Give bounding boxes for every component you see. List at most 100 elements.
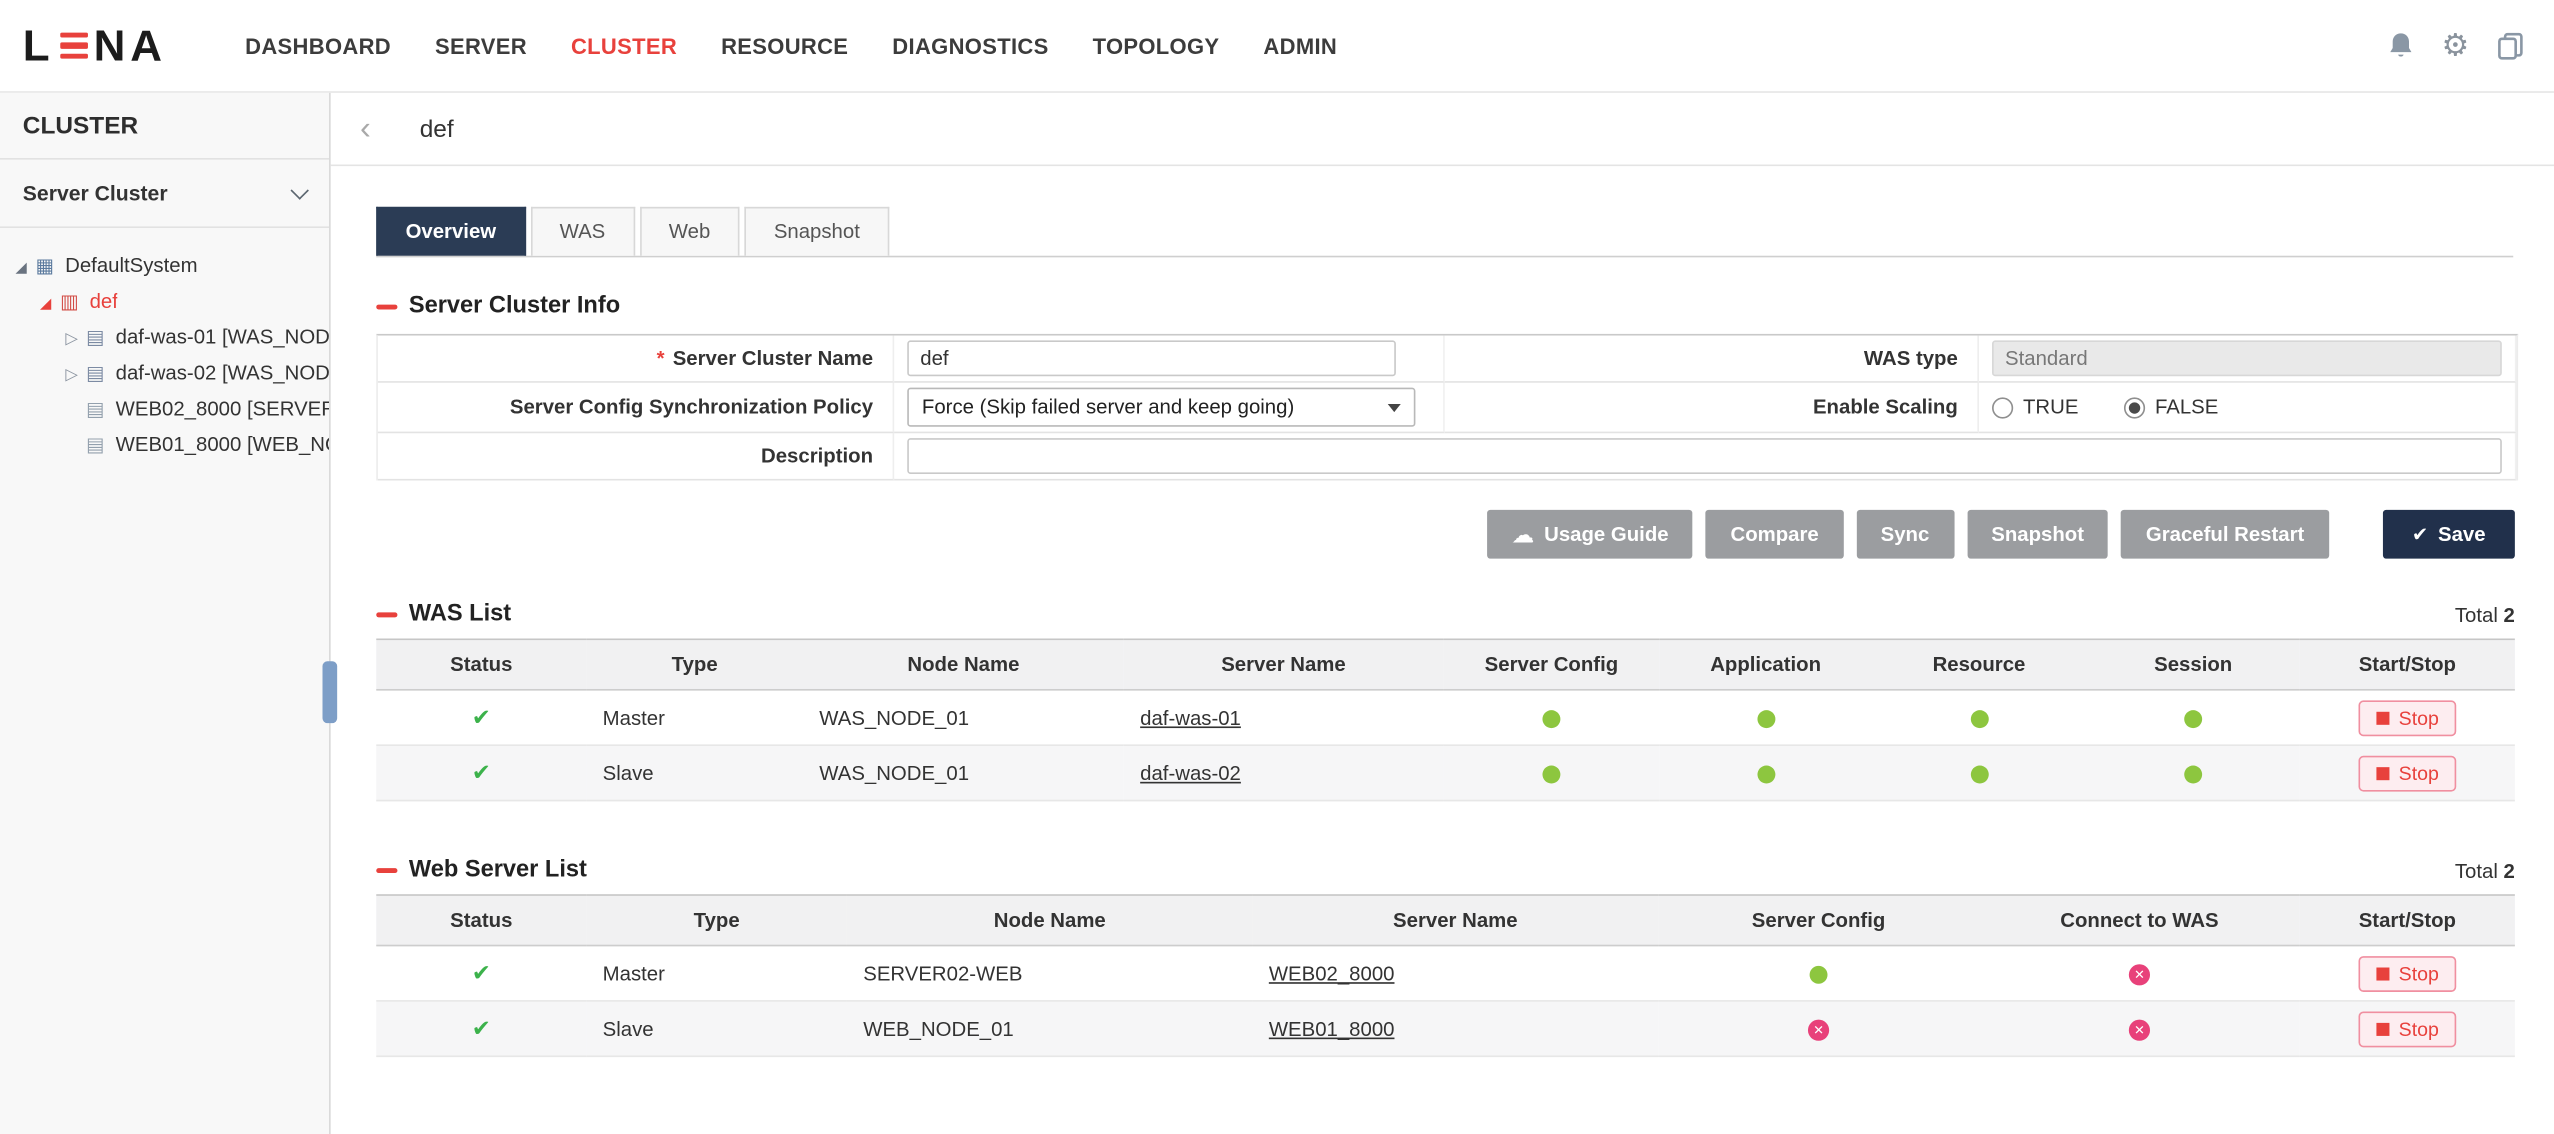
system-icon — [33, 256, 57, 276]
tree-item-def[interactable]: def — [0, 283, 329, 319]
session-status-dot — [2184, 765, 2203, 783]
server-cluster-name-label: * Server Cluster Name — [377, 335, 895, 383]
col-type: Type — [586, 894, 847, 947]
collapse-sidebar-chevron[interactable]: ‹ — [347, 112, 384, 145]
resource-status-dot — [1970, 709, 1988, 728]
radio-icon — [2124, 396, 2146, 418]
nav-dashboard[interactable]: DASHBOARD — [245, 33, 391, 57]
tab-snapshot[interactable]: Snapshot — [744, 206, 890, 256]
sidebar-resize-handle[interactable] — [322, 661, 338, 724]
detail-tabs: Overview WAS Web Snapshot — [376, 206, 2514, 258]
tree-item-daf-was-02[interactable]: daf-was-02 [WAS_NODE_ — [0, 355, 329, 391]
sync-button[interactable]: Sync — [1856, 509, 1954, 559]
scaling-true-option[interactable]: TRUE — [1992, 396, 2078, 419]
nav-admin[interactable]: ADMIN — [1263, 33, 1337, 57]
sidebar-title: CLUSTER — [0, 93, 330, 160]
nav-topology[interactable]: TOPOLOGY — [1093, 33, 1220, 57]
section-title: Server Cluster Info — [408, 293, 621, 320]
col-application: Application — [1659, 638, 1872, 691]
type-cell: Slave — [586, 1000, 847, 1058]
notifications-bell-icon[interactable] — [2388, 31, 2414, 60]
sidebar-group-server-cluster[interactable]: Server Cluster — [0, 160, 330, 229]
cluster-tree: DefaultSystem def daf-was-01 [WAS_NODE_ … — [0, 228, 329, 463]
logo-e-bars-icon — [59, 32, 88, 60]
compare-button[interactable]: Compare — [1706, 509, 1844, 559]
web-table: Status Type Node Name Server Name Server… — [376, 894, 2515, 1058]
docs-copy-icon[interactable] — [2497, 32, 2525, 60]
cluster-info-form: * Server Cluster Name WAS type Server Co… — [376, 333, 2519, 481]
tree-expander-icon[interactable] — [34, 290, 57, 313]
node-name-cell: WEB_NODE_01 — [846, 1000, 1253, 1058]
top-bar: L NA DASHBOARD SERVER CLUSTER RESOURCE D… — [0, 0, 2554, 93]
server-config-status-dot — [1542, 765, 1561, 783]
web-table-header-row: Status Type Node Name Server Name Server… — [376, 894, 2515, 947]
usage-guide-button[interactable]: ☁ Usage Guide — [1487, 509, 1694, 559]
stop-button[interactable]: Stop — [2357, 955, 2457, 992]
tree-item-defaultsystem[interactable]: DefaultSystem — [0, 248, 329, 284]
tree-item-label: WEB01_8000 [WEB_NOD — [115, 433, 329, 457]
tree-item-label: def — [89, 289, 118, 313]
tree-item-web01-8000[interactable]: WEB01_8000 [WEB_NOD — [0, 427, 329, 463]
snapshot-button[interactable]: Snapshot — [1966, 509, 2109, 559]
stop-button[interactable]: Stop — [2357, 754, 2457, 791]
tree-item-label: WEB02_8000 [SERVER02- — [115, 397, 329, 421]
col-server-config: Server Config — [1658, 894, 1979, 947]
section-dash-icon — [376, 867, 398, 873]
status-ok-icon — [472, 762, 491, 785]
was-list-header: WAS List Total 2 — [376, 601, 2515, 627]
col-server-name: Server Name — [1252, 894, 1659, 947]
server-config-status-dot — [1807, 1018, 1830, 1041]
tab-overview[interactable]: Overview — [376, 206, 526, 256]
status-ok-icon — [472, 707, 491, 730]
section-dash-icon — [376, 303, 398, 309]
description-input[interactable] — [907, 438, 2502, 474]
server-name-link[interactable]: daf-was-01 — [1140, 706, 1241, 729]
tab-was[interactable]: WAS — [530, 206, 635, 256]
application-status-dot — [1756, 765, 1775, 783]
col-status: Status — [376, 638, 587, 691]
nav-resource[interactable]: RESOURCE — [721, 33, 848, 57]
col-node-name: Node Name — [802, 638, 1124, 691]
application-status-dot — [1756, 709, 1775, 728]
sync-policy-select[interactable]: Force (Skip failed server and keep going… — [907, 387, 1416, 427]
session-status-dot — [2184, 709, 2203, 728]
main-nav: DASHBOARD SERVER CLUSTER RESOURCE DIAGNO… — [245, 33, 1337, 57]
cloud-icon: ☁ — [1511, 521, 1535, 548]
scaling-true-label: TRUE — [2022, 395, 2079, 419]
select-caret-icon — [1387, 403, 1401, 412]
stop-square-icon — [2375, 710, 2389, 725]
web-server-icon — [83, 435, 107, 455]
node-name-cell: WAS_NODE_01 — [802, 745, 1124, 802]
settings-gear-icon[interactable]: ⚙ — [2441, 30, 2469, 61]
server-config-status-dot — [1809, 965, 1828, 984]
sidebar-group-label: Server Cluster — [22, 180, 168, 206]
tree-item-web02-8000[interactable]: WEB02_8000 [SERVER02- — [0, 391, 329, 427]
sync-policy-label: Server Config Synchronization Policy — [377, 382, 895, 434]
server-name-link[interactable]: WEB01_8000 — [1269, 1017, 1395, 1040]
page-title: def — [419, 114, 454, 143]
resource-status-dot — [1970, 765, 1988, 783]
server-name-link[interactable]: daf-was-02 — [1140, 761, 1241, 784]
stop-button[interactable]: Stop — [2357, 699, 2457, 736]
nav-cluster[interactable]: CLUSTER — [571, 33, 677, 57]
tab-web[interactable]: Web — [639, 206, 740, 256]
nav-diagnostics[interactable]: DIAGNOSTICS — [892, 33, 1048, 57]
col-start-stop: Start/Stop — [2299, 894, 2515, 947]
tree-expander-icon[interactable] — [60, 362, 83, 385]
lena-logo[interactable]: L NA — [23, 20, 167, 70]
section-title: WAS List — [408, 601, 512, 628]
graceful-restart-button[interactable]: Graceful Restart — [2121, 509, 2329, 559]
tree-expander-icon[interactable] — [60, 326, 83, 349]
stop-square-icon — [2375, 766, 2389, 780]
tree-expander-icon[interactable] — [10, 254, 33, 277]
scaling-false-option[interactable]: FALSE — [2124, 396, 2218, 419]
nav-server[interactable]: SERVER — [435, 33, 527, 57]
main-panel: ‹ def Overview WAS Web Snapshot Server C… — [330, 93, 2554, 1134]
server-cluster-name-input[interactable] — [907, 340, 1396, 377]
server-name-link[interactable]: WEB02_8000 — [1269, 962, 1395, 985]
node-name-cell: SERVER02-WEB — [846, 945, 1253, 1002]
tree-item-daf-was-01[interactable]: daf-was-01 [WAS_NODE_ — [0, 319, 329, 355]
stop-button[interactable]: Stop — [2357, 1010, 2457, 1047]
stop-square-icon — [2375, 966, 2389, 980]
save-button[interactable]: ✔ Save — [2382, 509, 2515, 559]
